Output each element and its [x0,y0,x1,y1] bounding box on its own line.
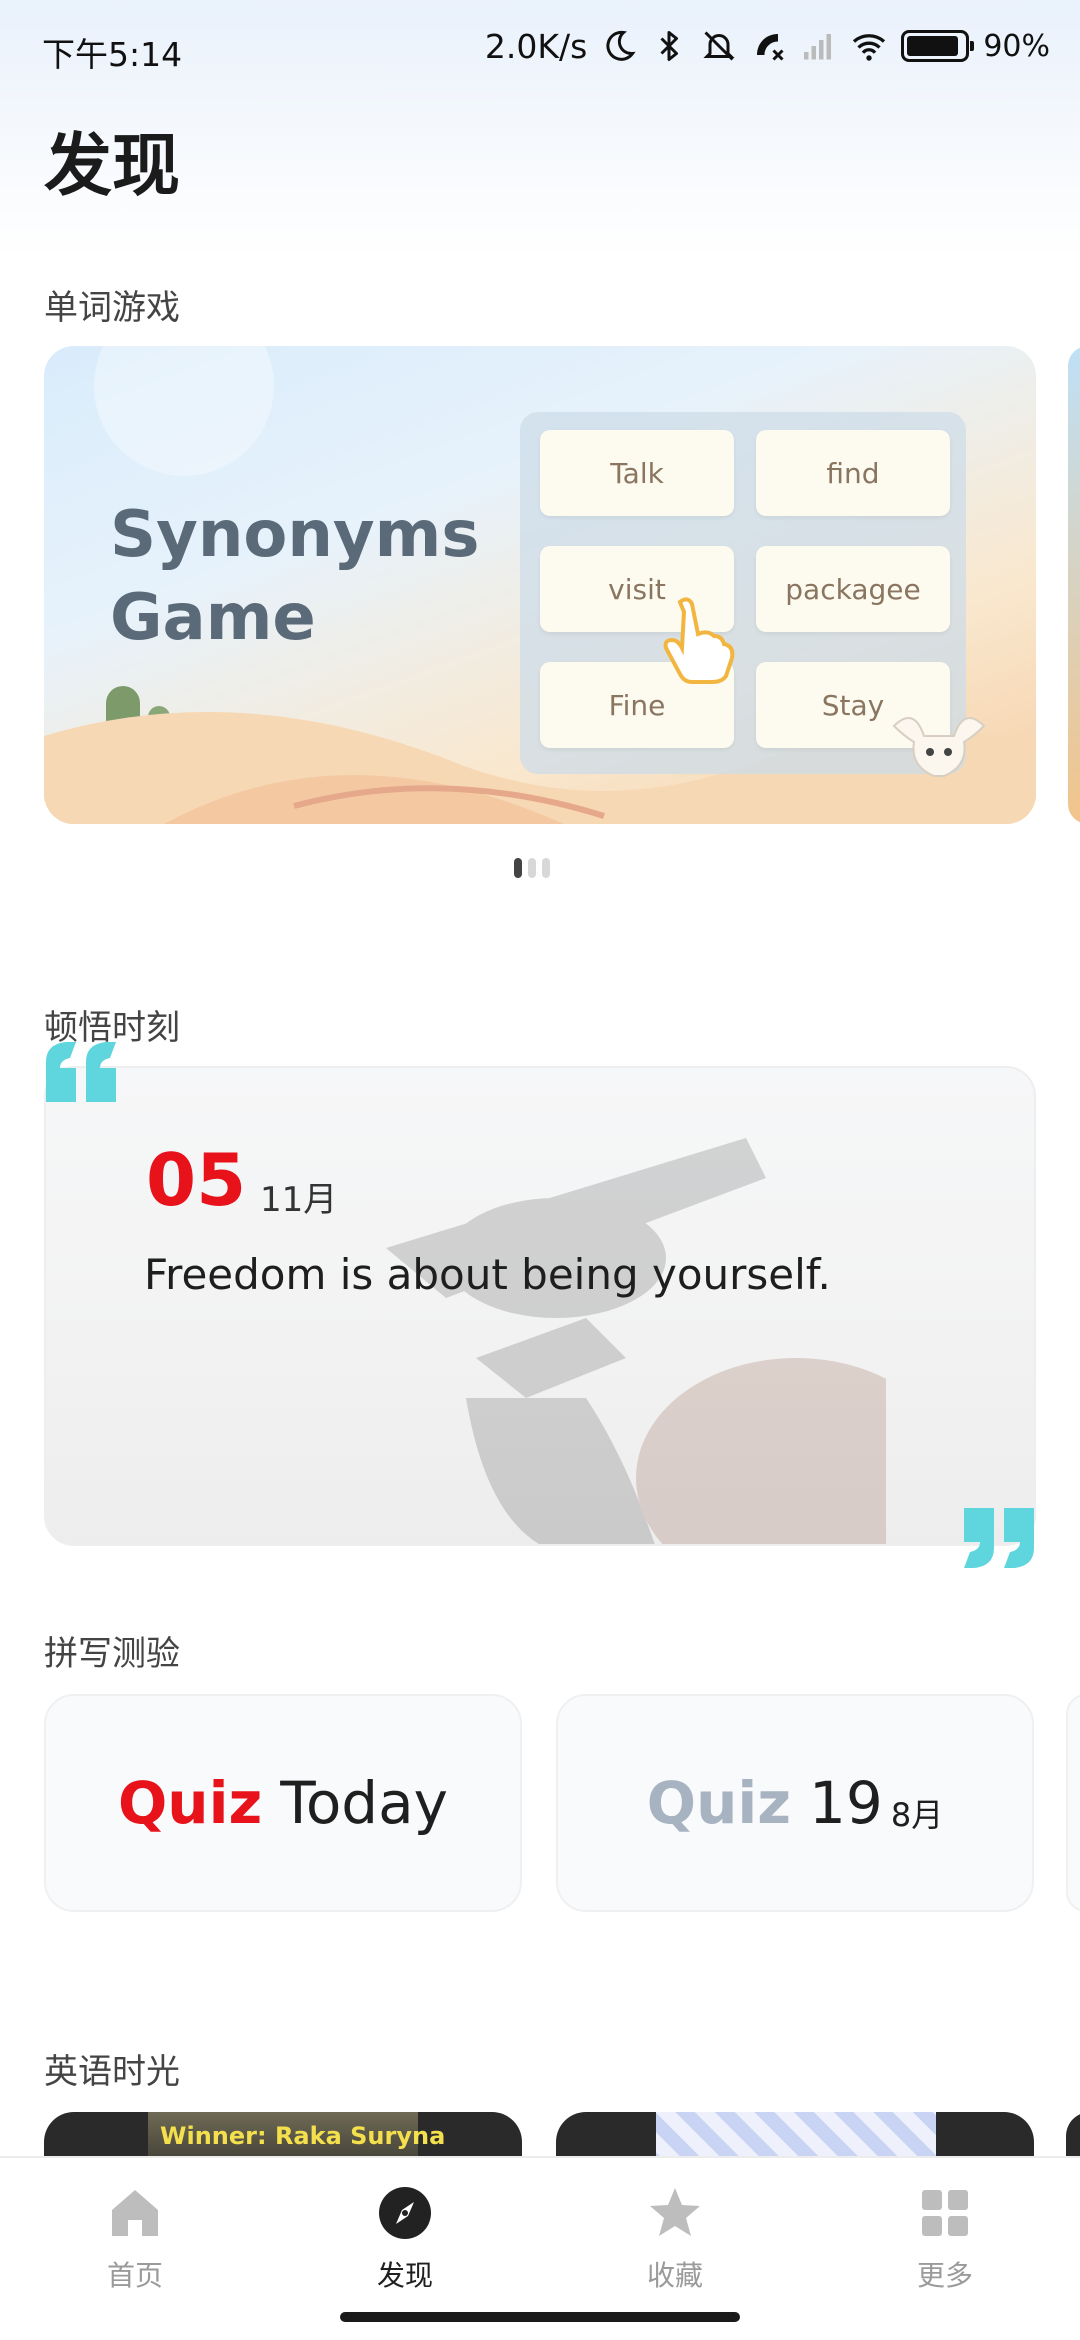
pager-dot-active [514,858,522,878]
synonyms-game-banner[interactable]: Synonyms Game Talk find visit packagee F… [44,346,1036,824]
nav-item-home[interactable]: 首页 [35,2184,235,2294]
battery-level-fill [907,36,958,56]
banner-title-line1: Synonyms [110,498,480,572]
section-title-spelling-quiz: 拼写测验 [44,1634,180,1674]
next-banner-peek[interactable] [1068,346,1080,824]
status-icons: 2.0K/s 90% [485,24,1050,68]
quiz-word: Quiz [646,1769,792,1837]
mute-bell-icon [701,28,737,64]
wifi-icon [851,28,887,64]
section-title-word-games: 单词游戏 [44,288,180,328]
nav-item-favorites[interactable]: 收藏 [575,2184,775,2294]
video-caption: Winner: Raka Suryna [160,2122,446,2150]
compass-icon [379,2187,431,2239]
quiz-month: 8月 [890,1796,944,1834]
open-quote-icon [46,1042,116,1102]
status-bar: 下午5:14 2.0K/s 90% [0,0,1080,96]
quiz-word: Quiz [118,1769,263,1837]
word-tile: find [756,430,950,516]
quote-month: 11月 [260,1180,338,1220]
banner-title: Synonyms Game [110,494,479,660]
nav-label: 发现 [376,2259,433,2292]
moon-icon [601,28,637,64]
page-title: 发现 [44,127,181,206]
bluetooth-icon [651,28,687,64]
nav-label: 首页 [106,2259,163,2292]
banner-pager [514,858,550,878]
nav-label: 更多 [916,2259,973,2292]
quote-text: Freedom is about being yourself. [144,1250,831,1299]
grid-icon [922,2190,968,2236]
star-icon [650,2188,700,2236]
quiz-label: Today [280,1769,448,1837]
cellular-signal-icon [801,28,837,64]
home-icon [112,2190,158,2236]
nav-label: 收藏 [646,2259,703,2292]
pager-dot [542,858,550,878]
airplane-background-art [386,1138,886,1544]
nav-item-discover[interactable]: 发现 [305,2184,505,2294]
pointing-hand-icon [663,597,735,684]
quiz-today-card[interactable]: Quiz Today [44,1694,522,1912]
banner-title-line2: Game [110,581,316,656]
cow-skull-illustration [892,717,986,777]
daily-quote-card[interactable]: 05 11月 Freedom is about being yourself. [44,1066,1036,1546]
battery-icon [901,30,975,62]
battery-percent: 90% [983,28,1050,64]
nav-item-more[interactable]: 更多 [845,2184,1045,2294]
word-tile: Talk [540,430,734,516]
close-quote-icon [964,1508,1034,1568]
status-time: 下午5:14 [42,35,183,74]
quote-day: 05 [146,1138,247,1222]
quiz-day: 19 [809,1769,883,1837]
quiz-past-card[interactable]: Quiz 19 8月 [556,1694,1034,1912]
next-quiz-peek[interactable] [1066,1694,1080,1912]
section-title-english-time: 英语时光 [44,2052,180,2092]
call-off-icon [751,28,787,64]
pager-dot [528,858,536,878]
word-tile: packagee [756,546,950,632]
home-indicator-bar[interactable] [340,2312,740,2322]
network-speed: 2.0K/s [484,26,588,66]
